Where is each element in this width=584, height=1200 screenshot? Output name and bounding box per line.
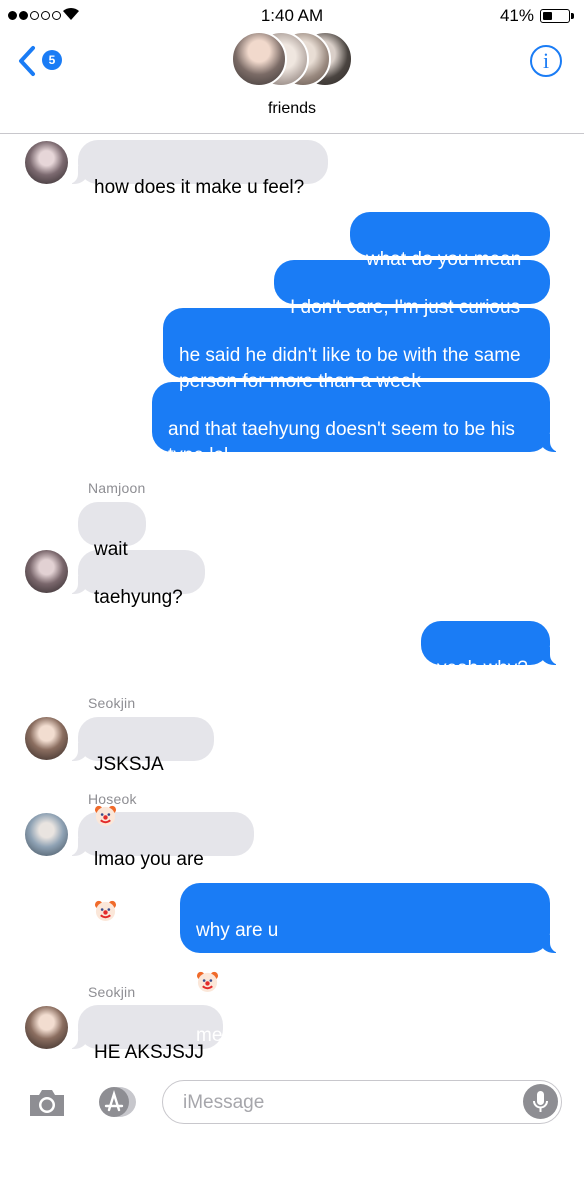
message-input[interactable] bbox=[181, 1089, 505, 1117]
clown-face-icon bbox=[94, 805, 117, 828]
sender-name: Seokjin bbox=[88, 695, 136, 711]
chevron-left-icon bbox=[19, 46, 35, 76]
camera-icon[interactable] bbox=[28, 1088, 66, 1118]
avatar bbox=[25, 550, 68, 593]
app-store-icon bbox=[99, 1087, 136, 1117]
app-store-button[interactable] bbox=[94, 1085, 138, 1119]
message-bubble-outgoing[interactable]: what do you mean bbox=[350, 212, 550, 270]
info-button[interactable]: i bbox=[530, 45, 562, 77]
message-bubble-outgoing[interactable]: yeah why? bbox=[421, 621, 560, 679]
sender-name: Namjoon bbox=[88, 480, 146, 496]
group-name[interactable]: friends bbox=[0, 100, 584, 118]
back-button[interactable]: 5 bbox=[18, 44, 66, 78]
status-time: 1:40 AM bbox=[260, 6, 324, 25]
microphone-icon bbox=[533, 1091, 548, 1112]
message-field bbox=[162, 1080, 562, 1124]
avatar bbox=[25, 717, 68, 760]
avatar bbox=[25, 813, 68, 856]
clown-face-icon bbox=[196, 971, 219, 994]
message-bubble-incoming[interactable]: how does it make u feel? bbox=[68, 140, 328, 198]
message-bubble-incoming[interactable]: JSKSJA bbox=[68, 717, 214, 827]
group-avatars[interactable] bbox=[231, 31, 353, 89]
battery-icon bbox=[540, 9, 574, 23]
avatar bbox=[25, 1006, 68, 1049]
avatar bbox=[231, 31, 287, 87]
message-bubble-outgoing[interactable]: and that taehyung doesn't seem to be his… bbox=[152, 382, 560, 466]
clown-face-icon bbox=[94, 900, 117, 923]
avatar bbox=[25, 141, 68, 184]
battery-level bbox=[543, 12, 552, 20]
unread-count-badge: 5 bbox=[42, 50, 62, 70]
status-bar: 1:40 AM 41% bbox=[0, 0, 584, 34]
battery-percentage: 41% bbox=[499, 6, 534, 25]
message-bubble-outgoing[interactable]: he said he didn't like to be with the sa… bbox=[163, 308, 550, 392]
message-bubble-incoming[interactable]: wait bbox=[78, 502, 146, 560]
microphone-button[interactable] bbox=[523, 1084, 558, 1119]
message-bubble-outgoing[interactable]: why are u me? did I say something funny? bbox=[180, 883, 560, 1072]
sender-name: Seokjin bbox=[88, 984, 136, 1000]
message-input-bar bbox=[0, 1068, 584, 1138]
